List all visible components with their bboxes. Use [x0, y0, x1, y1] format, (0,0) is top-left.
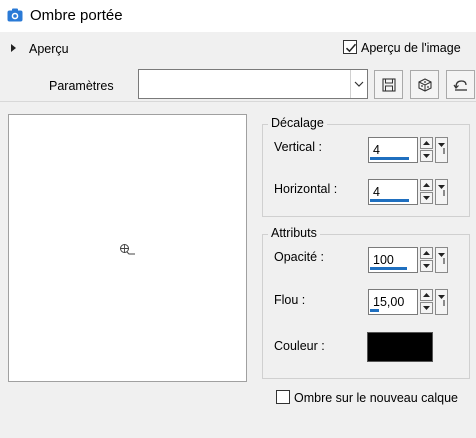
- vertical-input[interactable]: 4: [368, 137, 418, 163]
- checkmark-icon: [345, 43, 357, 53]
- vertical-slider-button[interactable]: [435, 137, 448, 163]
- horizontal-label: Horizontal :: [274, 182, 338, 196]
- new-layer-checkbox-label[interactable]: Ombre sur le nouveau calque: [294, 390, 458, 406]
- expand-arrow-icon[interactable]: [11, 44, 16, 52]
- random-dice-icon: [417, 77, 432, 92]
- opacity-label: Opacité :: [274, 250, 325, 264]
- attributes-group-title: Attributs: [268, 226, 320, 241]
- horizontal-spin-up-icon[interactable]: [420, 179, 433, 191]
- opacity-input[interactable]: 100: [368, 247, 418, 273]
- opacity-spinner[interactable]: [420, 247, 433, 273]
- blur-label: Flou :: [274, 293, 306, 307]
- random-settings-button[interactable]: [410, 70, 439, 99]
- horizontal-level-bar: [370, 199, 409, 202]
- presets-dropdown[interactable]: [138, 69, 368, 99]
- opacity-slider-button[interactable]: [435, 247, 448, 273]
- horizontal-value: 4: [373, 185, 380, 199]
- opacity-level-bar: [370, 267, 407, 270]
- blur-spin-up-icon[interactable]: [420, 289, 433, 301]
- image-preview-checkbox-label[interactable]: Aperçu de l'image: [361, 40, 461, 56]
- image-preview-checkbox[interactable]: [343, 40, 357, 54]
- vertical-spin-down-icon[interactable]: [420, 150, 433, 162]
- separator: [0, 101, 476, 102]
- opacity-value: 100: [373, 253, 394, 267]
- blur-input[interactable]: 15,00: [368, 289, 418, 315]
- camera-icon: [7, 8, 23, 22]
- save-preset-button[interactable]: [374, 70, 403, 99]
- horizontal-spin-down-icon[interactable]: [420, 192, 433, 204]
- horizontal-input[interactable]: 4: [368, 179, 418, 205]
- preview-section-label[interactable]: Aperçu: [29, 41, 69, 57]
- blur-level-bar: [370, 309, 379, 312]
- vertical-label: Vertical :: [274, 140, 322, 154]
- reset-settings-button[interactable]: [446, 70, 475, 99]
- blur-value: 15,00: [373, 295, 405, 309]
- color-label: Couleur :: [274, 339, 325, 353]
- window-title: Ombre portée: [30, 7, 123, 24]
- opacity-spin-down-icon[interactable]: [420, 260, 433, 272]
- slider-dropdown-icon: [438, 143, 445, 154]
- new-layer-checkbox[interactable]: [276, 390, 290, 404]
- blur-spin-down-icon[interactable]: [420, 302, 433, 314]
- horizontal-slider-button[interactable]: [435, 179, 448, 205]
- opacity-spin-up-icon[interactable]: [420, 247, 433, 259]
- reset-icon: [453, 79, 467, 91]
- offset-group-title: Décalage: [268, 116, 327, 131]
- horizontal-spinner[interactable]: [420, 179, 433, 205]
- chevron-down-icon[interactable]: [350, 70, 367, 98]
- slider-dropdown-icon: [438, 253, 445, 264]
- pan-cursor-icon: [119, 243, 137, 260]
- save-preset-icon: [381, 77, 396, 92]
- vertical-spin-up-icon[interactable]: [420, 137, 433, 149]
- slider-dropdown-icon: [438, 295, 445, 306]
- blur-spinner[interactable]: [420, 289, 433, 315]
- presets-label: Paramètres: [49, 79, 114, 93]
- blur-slider-button[interactable]: [435, 289, 448, 315]
- vertical-value: 4: [373, 143, 380, 157]
- vertical-level-bar: [370, 157, 409, 160]
- slider-dropdown-icon: [438, 185, 445, 196]
- shadow-color-swatch[interactable]: [367, 332, 433, 362]
- vertical-spinner[interactable]: [420, 137, 433, 163]
